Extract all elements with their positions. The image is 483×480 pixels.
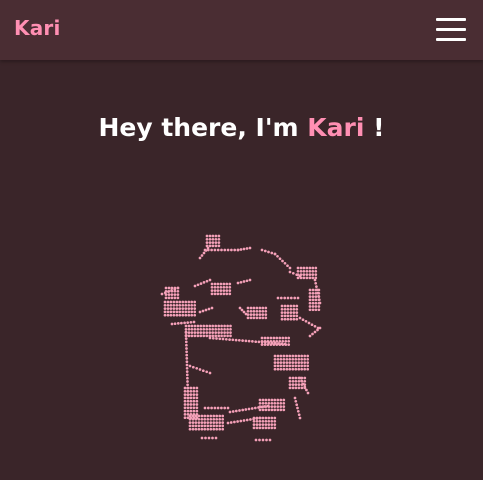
braille-portrait-icon: [160, 234, 322, 442]
ascii-art-portrait: [150, 228, 340, 448]
menu-bar-top: [436, 18, 466, 21]
hamburger-menu-icon[interactable]: [434, 17, 467, 43]
hero-greeting-prefix: Hey there, I'm: [98, 113, 308, 142]
top-navbar: Kari: [0, 0, 483, 60]
menu-bar-bottom: [436, 38, 466, 41]
hero-greeting-suffix: !: [364, 113, 385, 142]
menu-bar-middle: [436, 28, 466, 31]
hero-heading: Hey there, I'm Kari !: [0, 113, 483, 142]
brand-logo-link[interactable]: Kari: [14, 16, 61, 40]
hero-name: Kari: [307, 113, 365, 142]
